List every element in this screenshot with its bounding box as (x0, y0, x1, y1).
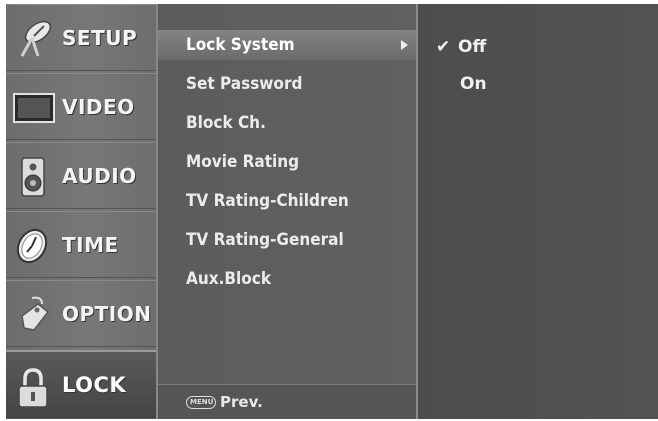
option-off[interactable]: Off (458, 32, 486, 62)
category-setup[interactable]: SETUP (6, 4, 156, 71)
footer-bar: MENU Prev. (158, 384, 416, 419)
menu-item-label: Aux.Block (186, 269, 272, 289)
menu-item-label: TV Rating-Children (186, 191, 349, 211)
category-label: LOCK (62, 373, 127, 397)
tv-screen-icon (13, 93, 55, 123)
clock-icon (16, 228, 48, 264)
option-label: On (460, 74, 487, 94)
option-label: Off (458, 37, 487, 57)
category-label: TIME (62, 233, 119, 257)
category-option[interactable]: OPTION (6, 280, 156, 347)
tag-icon (21, 296, 50, 331)
category-label: OPTION (62, 302, 152, 326)
menu-item-movie-rating[interactable]: Movie Rating (158, 147, 416, 177)
menu-key-icon: MENU (186, 396, 216, 409)
option-on[interactable]: On (460, 69, 487, 99)
category-label: VIDEO (62, 95, 135, 119)
lock-menu-screen: SETUP VIDEO AUDIO TIME OPTION LOCK Lock … (0, 0, 658, 421)
menu-item-aux-block[interactable]: Aux.Block (158, 264, 416, 294)
menu-item-label: TV Rating-General (186, 230, 344, 250)
menu-item-label: Block Ch. (186, 113, 266, 133)
options-panel: ✔ Off On (418, 4, 658, 419)
category-menu: SETUP VIDEO AUDIO TIME OPTION LOCK (6, 4, 156, 419)
prev-label: Prev. (220, 393, 263, 411)
menu-item-lock-system[interactable]: Lock System (158, 30, 416, 60)
menu-item-set-password[interactable]: Set Password (158, 69, 416, 99)
satellite-dish-icon (20, 20, 52, 57)
category-lock[interactable]: LOCK (6, 350, 156, 419)
arrow-right-icon (401, 40, 408, 50)
category-label: SETUP (62, 26, 138, 50)
lock-submenu: Lock System Set Password Block Ch. Movie… (156, 4, 418, 419)
category-time[interactable]: TIME (6, 211, 156, 278)
menu-item-label: Movie Rating (186, 152, 300, 172)
checkmark-icon: ✔ (436, 37, 451, 57)
menu-item-label: Lock System (186, 35, 295, 55)
menu-item-tv-rating-children[interactable]: TV Rating-Children (158, 186, 416, 216)
menu-key-label: MENU (190, 398, 214, 406)
menu-item-block-channel[interactable]: Block Ch. (158, 108, 416, 138)
menu-item-tv-rating-general[interactable]: TV Rating-General (158, 225, 416, 255)
speaker-icon (21, 157, 45, 197)
category-video[interactable]: VIDEO (6, 73, 156, 140)
category-audio[interactable]: AUDIO (6, 142, 156, 209)
menu-item-label: Set Password (186, 74, 303, 94)
padlock-icon (18, 368, 48, 408)
category-label: AUDIO (62, 164, 137, 188)
